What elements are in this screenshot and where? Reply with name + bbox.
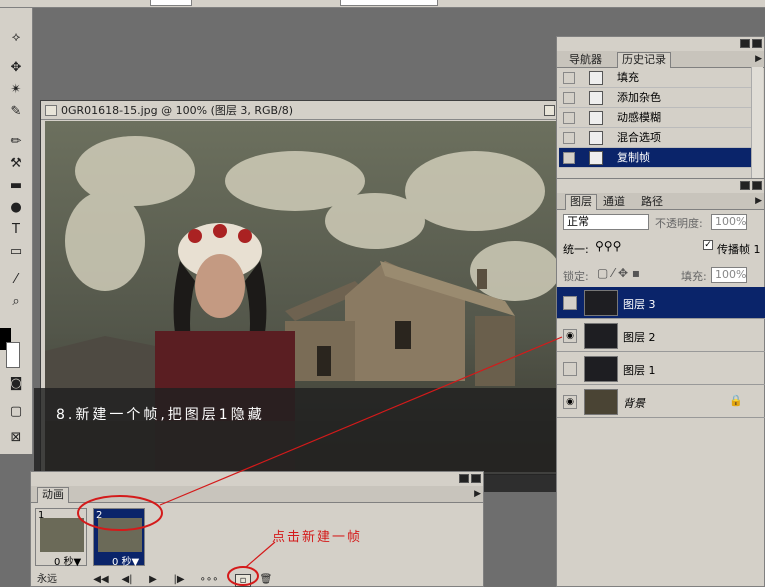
- annotation-line-to-layer: [159, 336, 563, 506]
- annotation-line-to-button: [245, 541, 276, 568]
- frame-highlight-circle: [77, 495, 163, 531]
- annotation-new-frame-text: 点击新建一帧: [272, 530, 363, 545]
- new-frame-highlight-circle: [227, 566, 259, 586]
- annotation-overlay: [77, 336, 563, 586]
